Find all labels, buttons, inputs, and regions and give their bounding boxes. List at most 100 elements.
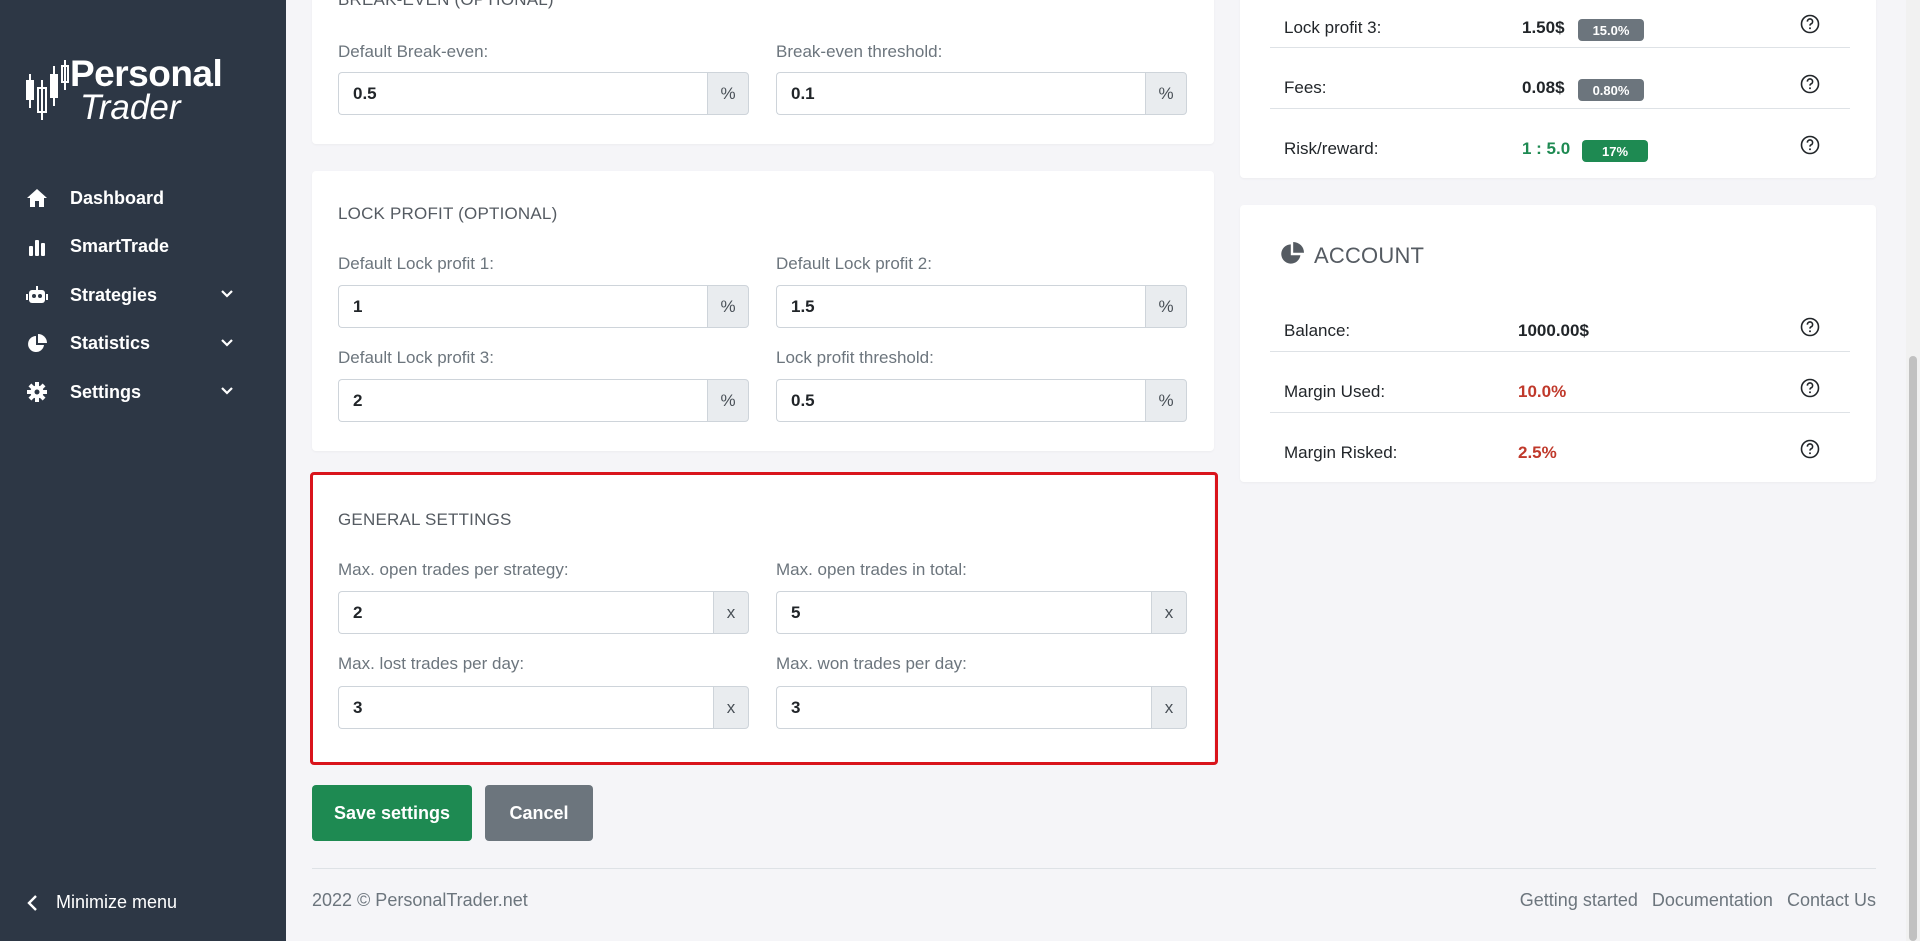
max-open-total-input[interactable] — [776, 591, 1151, 634]
default-break-even-label: Default Break-even: — [338, 42, 489, 61]
pie-chart-icon — [26, 333, 48, 355]
percent-addon: % — [707, 285, 749, 328]
break-even-threshold-input[interactable] — [776, 72, 1145, 115]
break-even-threshold-label: Break-even threshold: — [776, 42, 943, 61]
lock-profit-2-label: Default Lock profit 2: — [776, 254, 932, 273]
summary-value: 0.08$ — [1522, 78, 1565, 97]
max-won-per-day-label: Max. won trades per day: — [776, 654, 967, 673]
account-value: 1000.00$ — [1518, 321, 1589, 340]
times-addon: x — [713, 686, 749, 729]
help-circle-icon[interactable] — [1800, 14, 1820, 34]
summary-value: 1 : 5.0 — [1522, 139, 1571, 158]
gear-icon — [26, 381, 48, 403]
account-title: ACCOUNT — [1314, 243, 1425, 268]
break-even-threshold-group: % — [776, 72, 1187, 115]
help-circle-icon[interactable] — [1800, 378, 1820, 398]
pie-chart-icon — [1281, 242, 1304, 264]
sidebar-item-strategies[interactable]: Strategies — [0, 271, 286, 320]
max-lost-per-day-input[interactable] — [338, 686, 713, 729]
summary-row-fees: Fees: 0.08$ 0.80% — [1240, 60, 1876, 121]
default-break-even-group: % — [338, 72, 749, 115]
lock-profit-2-group: % — [776, 285, 1187, 328]
lock-profit-1-input[interactable] — [338, 285, 707, 328]
max-open-per-strategy-input[interactable] — [338, 591, 713, 634]
help-circle-icon[interactable] — [1800, 135, 1820, 155]
sidebar-item-smarttrade[interactable]: SmartTrade — [0, 223, 286, 272]
max-won-per-day-input[interactable] — [776, 686, 1151, 729]
copyright-text: 2022 © PersonalTrader.net — [312, 890, 528, 910]
default-break-even-input[interactable] — [338, 72, 707, 115]
lock-profit-2-input[interactable] — [776, 285, 1145, 328]
save-settings-button[interactable]: Save settings — [312, 785, 472, 841]
scrollbar-thumb[interactable] — [1909, 356, 1917, 941]
summary-row-risk-reward: Risk/reward: 1 : 5.0 17% — [1240, 121, 1876, 182]
lock-profit-3-input[interactable] — [338, 379, 707, 422]
sidebar-item-statistics[interactable]: Statistics — [0, 320, 286, 369]
times-addon: x — [1151, 591, 1187, 634]
percent-addon: % — [1145, 379, 1187, 422]
sidebar-item-label: Settings — [70, 381, 142, 402]
percent-badge: 0.80% — [1578, 79, 1644, 101]
percent-addon: % — [707, 72, 749, 115]
general-settings-title: GENERAL SETTINGS — [338, 510, 512, 529]
max-open-total-label: Max. open trades in total: — [776, 560, 967, 579]
account-label: Margin Risked: — [1284, 443, 1398, 462]
summary-label: Lock profit 3: — [1284, 18, 1382, 37]
candlestick-logo-icon — [26, 60, 69, 120]
max-won-per-day-group: x — [776, 686, 1187, 729]
sidebar-item-dashboard[interactable]: Dashboard — [0, 174, 286, 223]
max-open-per-strategy-group: x — [338, 591, 749, 634]
account-card: ACCOUNT Balance: 1000.00$ Margin Used: 1… — [1240, 205, 1876, 482]
max-open-total-group: x — [776, 591, 1187, 634]
trade-summary-card: Lock profit 3: 1.50$ 15.0% Fees: 0.08$ 0… — [1240, 0, 1876, 178]
bar-chart-icon — [26, 236, 48, 258]
app-logo[interactable]: Personal Trader — [24, 52, 224, 128]
times-addon: x — [713, 591, 749, 634]
lock-profit-card: LOCK PROFIT (OPTIONAL) Default Lock prof… — [312, 171, 1214, 451]
lock-profit-threshold-group: % — [776, 379, 1187, 422]
max-open-per-strategy-label: Max. open trades per strategy: — [338, 560, 569, 579]
chevron-down-icon — [221, 387, 233, 395]
summary-label: Risk/reward: — [1284, 139, 1379, 158]
footer-link-documentation[interactable]: Documentation — [1652, 890, 1773, 911]
lock-profit-3-group: % — [338, 379, 749, 422]
help-circle-icon[interactable] — [1800, 74, 1820, 94]
help-circle-icon[interactable] — [1800, 317, 1820, 337]
chevron-down-icon — [221, 338, 233, 347]
general-settings-card: GENERAL SETTINGS Max. open trades per st… — [312, 474, 1214, 762]
account-value: 2.5% — [1518, 443, 1557, 462]
percent-addon: % — [1145, 285, 1187, 328]
max-lost-per-day-group: x — [338, 686, 749, 729]
summary-label: Fees: — [1284, 78, 1327, 97]
chevron-left-icon — [27, 894, 37, 911]
row-divider — [1270, 351, 1850, 352]
account-value: 10.0% — [1518, 382, 1567, 401]
help-circle-icon[interactable] — [1800, 439, 1820, 459]
break-even-title: BREAK-EVEN (OPTIONAL) — [338, 0, 554, 10]
lock-profit-3-label: Default Lock profit 3: — [338, 348, 494, 367]
row-divider — [1270, 47, 1850, 48]
account-label: Margin Used: — [1284, 382, 1386, 401]
sidebar-item-label: Strategies — [70, 284, 158, 305]
summary-row-lock-profit-3: Lock profit 3: 1.50$ 15.0% — [1240, 0, 1876, 61]
sidebar-item-label: Dashboard — [70, 187, 165, 208]
cancel-button[interactable]: Cancel — [485, 785, 593, 841]
footer-link-getting-started[interactable]: Getting started — [1520, 890, 1638, 911]
lock-profit-threshold-input[interactable] — [776, 379, 1145, 422]
times-addon: x — [1151, 686, 1187, 729]
account-row-margin-used: Margin Used: 10.0% — [1240, 364, 1876, 425]
summary-value: 1.50$ — [1522, 18, 1565, 37]
max-lost-per-day-label: Max. lost trades per day: — [338, 654, 525, 673]
minimize-menu-button[interactable]: Minimize menu — [26, 892, 177, 913]
percent-badge: 15.0% — [1578, 19, 1644, 41]
sidebar-item-settings[interactable]: Settings — [0, 368, 286, 417]
home-icon — [26, 187, 48, 209]
minimize-menu-label: Minimize menu — [56, 892, 178, 912]
percent-addon: % — [707, 379, 749, 422]
account-row-balance: Balance: 1000.00$ — [1240, 303, 1876, 364]
page-scrollbar[interactable] — [1906, 0, 1920, 941]
row-divider — [1270, 412, 1850, 413]
footer-link-contact-us[interactable]: Contact Us — [1787, 890, 1876, 911]
sidebar-nav: Dashboard SmartTrade Strategies Statisti… — [0, 174, 286, 417]
lock-profit-threshold-label: Lock profit threshold: — [776, 348, 934, 367]
